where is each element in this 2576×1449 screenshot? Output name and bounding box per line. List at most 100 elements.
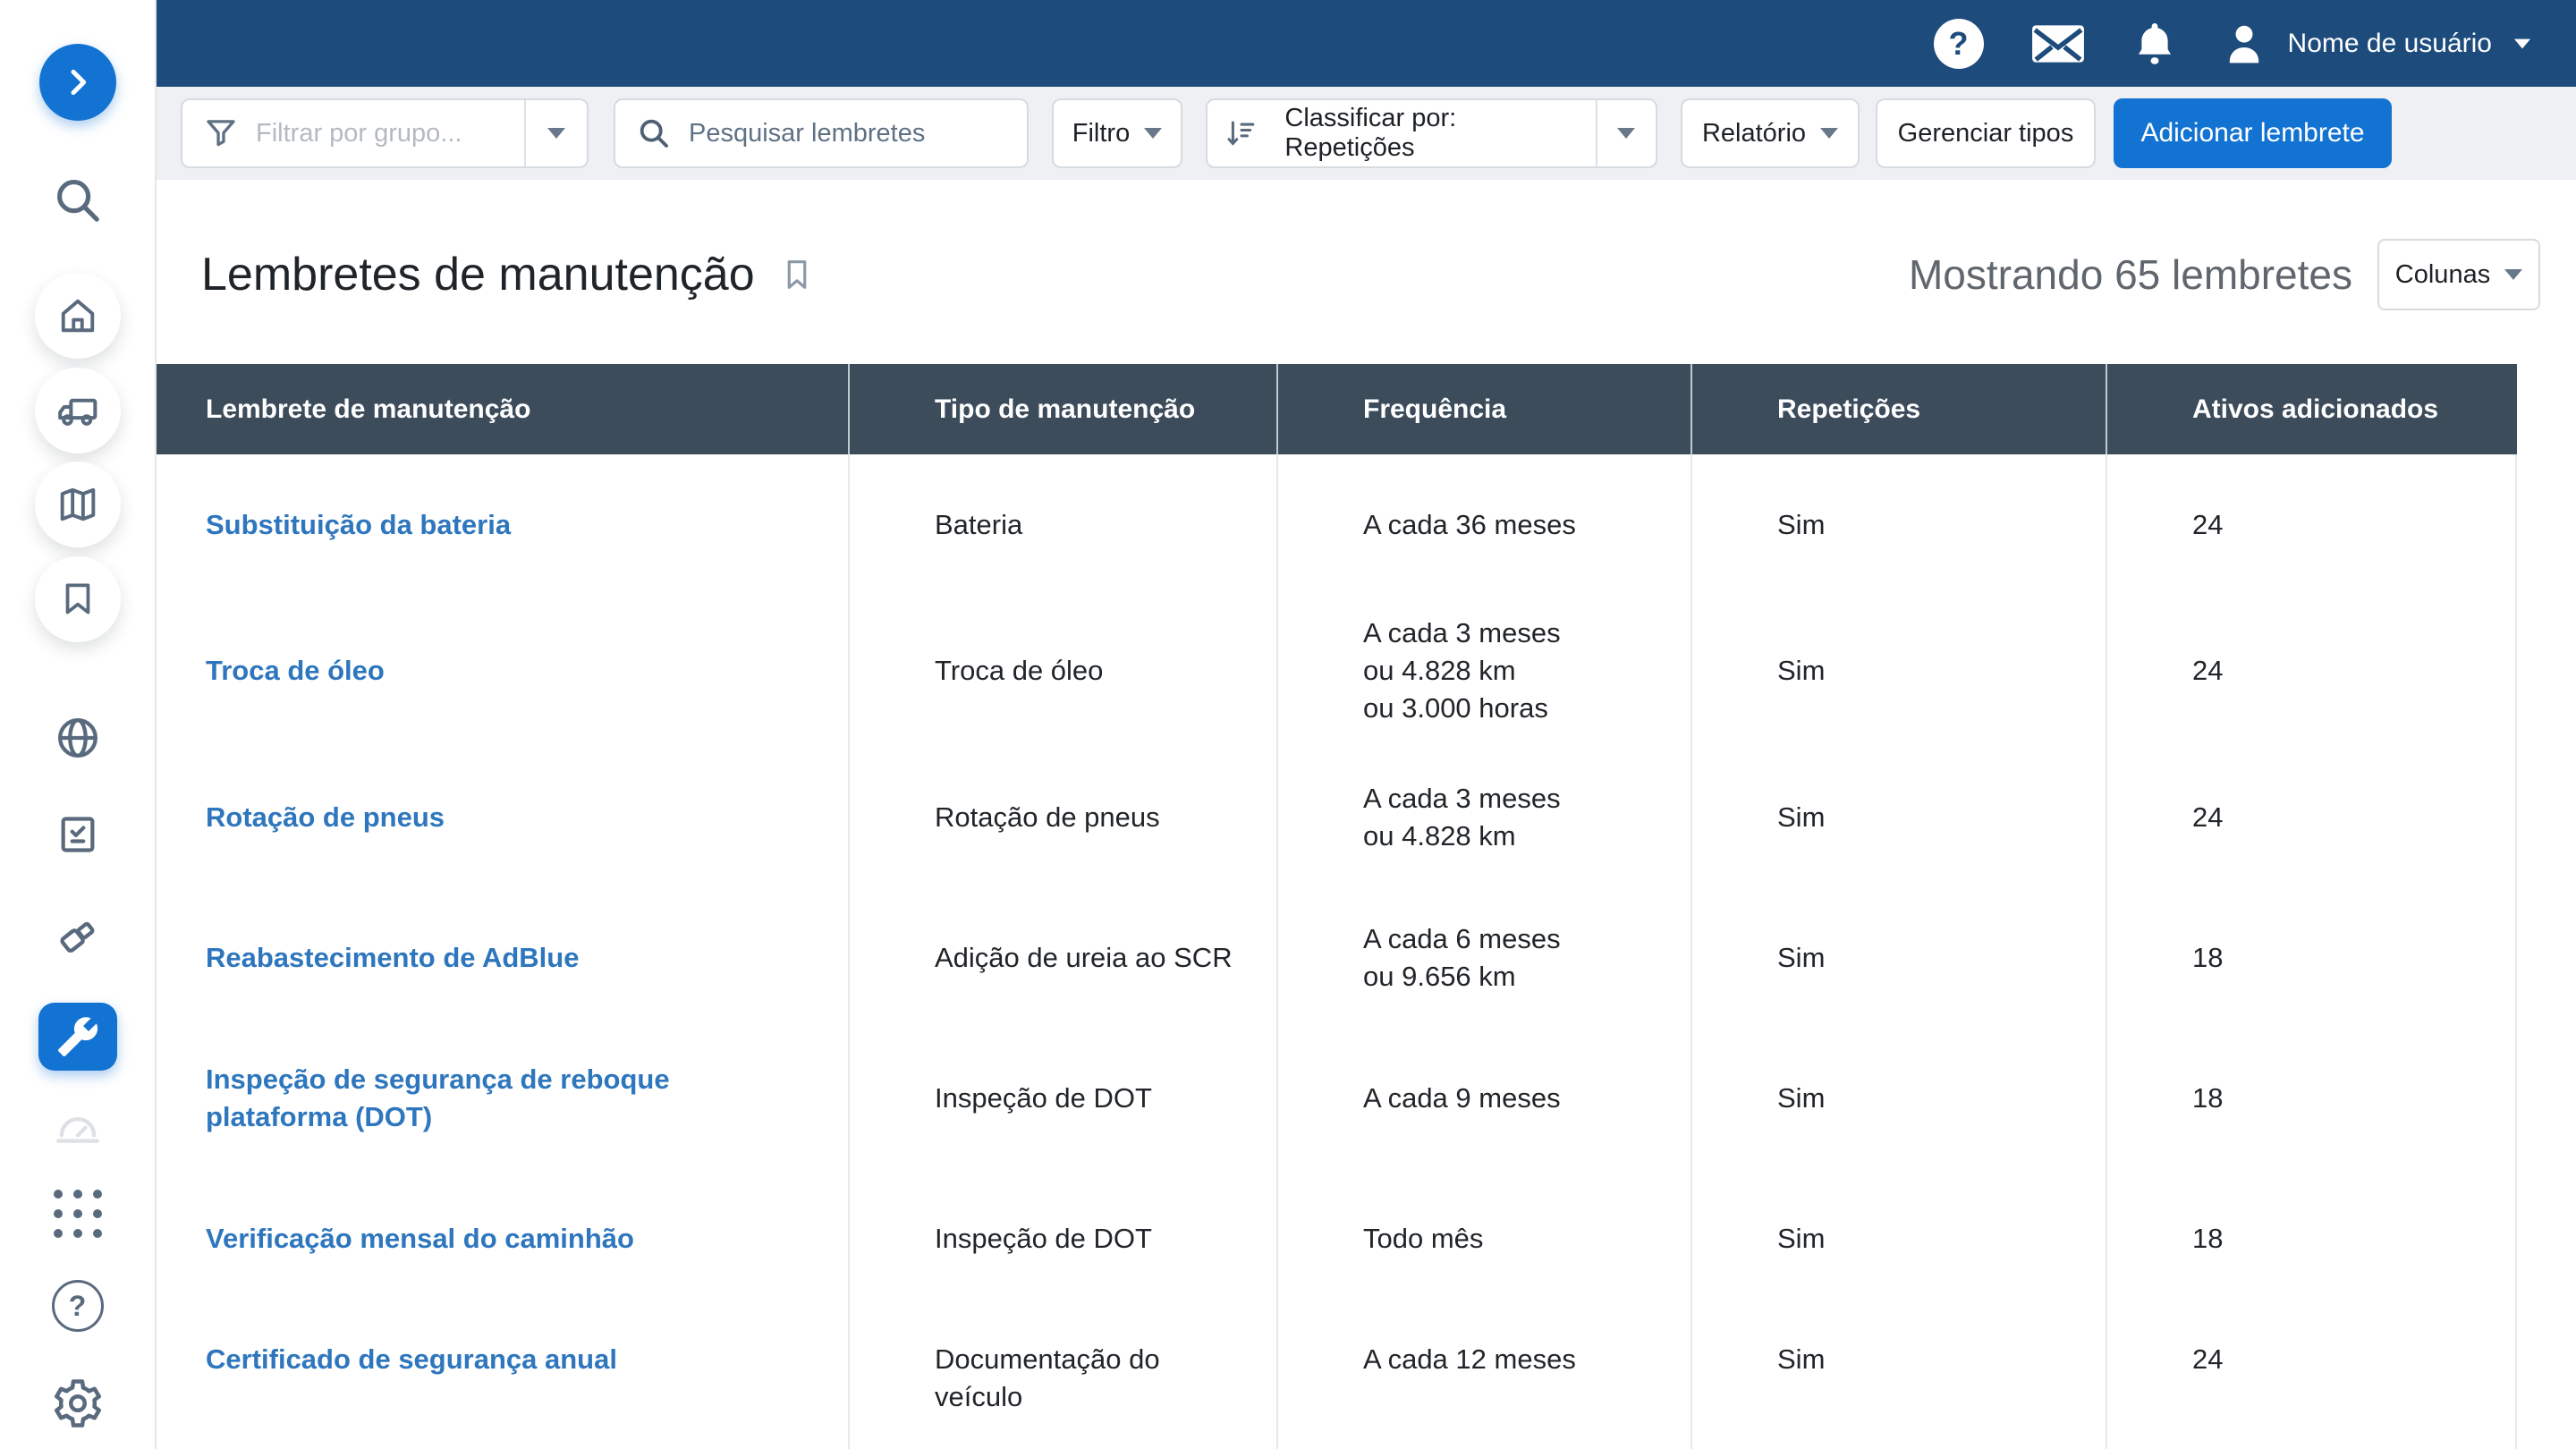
home-bubble <box>35 273 121 359</box>
sidebar-item-apps[interactable] <box>54 1190 102 1238</box>
favorite-bookmark-icon[interactable] <box>778 254 816 295</box>
topbar-mail-button[interactable] <box>2030 23 2086 64</box>
column-header-assets[interactable]: Ativos adicionados <box>2107 364 2517 454</box>
content: Lembretes de manutenção Mostrando 65 lem… <box>157 180 2576 1449</box>
reminder-link[interactable]: Substituição da bateria <box>157 454 850 595</box>
columns-button-label: Colunas <box>2395 260 2490 290</box>
assets-cell: 24 <box>2107 1309 2517 1449</box>
expand-circle <box>39 44 116 121</box>
user-menu-caret-icon[interactable] <box>2514 38 2530 48</box>
column-header-frequency[interactable]: Frequência <box>1278 364 1692 454</box>
topbar: ? Nome de usuário <box>157 0 2576 87</box>
reminder-link[interactable]: Inspeção de segurança de reboque platafo… <box>157 1028 850 1168</box>
table-row: Troca de óleo Troca de óleo A cada 3 mes… <box>157 595 2517 747</box>
bookmark-icon <box>55 577 100 622</box>
sidebar-item-home[interactable] <box>35 273 121 359</box>
type-cell: Inspeção de DOT <box>850 1168 1278 1309</box>
topbar-notifications-button[interactable] <box>2131 20 2179 68</box>
assets-cell: 18 <box>2107 1168 2517 1309</box>
inspection-card-icon <box>53 809 103 860</box>
sidebar-item-maintenance[interactable] <box>38 1003 117 1071</box>
group-filter-caret[interactable] <box>524 100 587 166</box>
columns-button[interactable]: Colunas <box>2377 239 2540 310</box>
toolbar: Filtro Classificar por: Repetições Relat… <box>157 87 2576 180</box>
sidebar-item-settings[interactable] <box>51 1377 105 1430</box>
manage-types-button[interactable]: Gerenciar tipos <box>1876 98 2096 168</box>
sidebar-item-help[interactable]: ? <box>52 1280 104 1332</box>
column-header-repeats[interactable]: Repetições <box>1692 364 2107 454</box>
bell-icon <box>2131 20 2179 68</box>
sort-icon <box>1224 115 1258 151</box>
table-body: Substituição da bateria Bateria A cada 3… <box>157 454 2517 1449</box>
search-input[interactable] <box>689 119 1007 148</box>
repeats-cell: Sim <box>1692 454 2107 595</box>
map-bubble <box>35 462 121 547</box>
type-cell: Rotação de pneus <box>850 747 1278 887</box>
add-reminder-button[interactable]: Adicionar lembrete <box>2114 98 2392 168</box>
filter-button-label: Filtro <box>1072 119 1130 148</box>
gauge-icon <box>52 1103 104 1155</box>
sidebar-item-map[interactable] <box>35 462 121 547</box>
sidebar-item-gauge[interactable] <box>52 1103 104 1155</box>
filter-button[interactable]: Filtro <box>1052 98 1182 168</box>
reminder-link[interactable]: Certificado de segurança anual <box>157 1309 850 1449</box>
sort-caret[interactable] <box>1596 100 1656 166</box>
home-icon <box>55 292 101 339</box>
chevron-down-icon <box>547 128 565 139</box>
chevron-down-icon <box>2504 269 2522 280</box>
sidebar-expand-button[interactable] <box>39 44 116 121</box>
report-button[interactable]: Relatório <box>1681 98 1860 168</box>
topbar-help-button[interactable]: ? <box>1934 19 1984 69</box>
group-filter-input[interactable] <box>256 119 504 148</box>
reminder-link[interactable]: Rotação de pneus <box>157 747 850 887</box>
assets-cell: 24 <box>2107 595 2517 747</box>
type-cell: Bateria <box>850 454 1278 595</box>
frequency-cell: A cada 9 meses <box>1278 1028 1692 1168</box>
main-area: ? Nome de usuário <box>157 0 2576 1449</box>
user-icon <box>2220 20 2268 68</box>
table-header-row: Lembrete de manutenção Tipo de manutençã… <box>157 364 2517 454</box>
truck-icon <box>54 386 102 435</box>
assets-cell: 24 <box>2107 747 2517 887</box>
search-box[interactable] <box>614 98 1029 168</box>
frequency-cell: A cada 3 meses ou 4.828 km ou 3.000 hora… <box>1278 595 1692 747</box>
topbar-user-button[interactable] <box>2220 20 2268 68</box>
search-icon <box>635 114 673 152</box>
sidebar-item-vehicles[interactable] <box>35 368 121 453</box>
add-reminder-label: Adicionar lembrete <box>2140 118 2364 148</box>
table-row: Inspeção de segurança de reboque platafo… <box>157 1028 2517 1168</box>
sidebar-item-inspections[interactable] <box>53 809 103 860</box>
reminder-link[interactable]: Troca de óleo <box>157 595 850 747</box>
sidebar-item-fuel[interactable] <box>52 911 104 962</box>
frequency-cell: Todo mês <box>1278 1168 1692 1309</box>
sort-button[interactable]: Classificar por: Repetições <box>1206 98 1657 168</box>
repeats-cell: Sim <box>1692 595 2107 747</box>
frequency-cell: A cada 6 meses ou 9.656 km <box>1278 887 1692 1028</box>
column-header-reminder[interactable]: Lembrete de manutenção <box>157 364 850 454</box>
table-row: Reabastecimento de AdBlue Adição de urei… <box>157 887 2517 1028</box>
column-header-type[interactable]: Tipo de manutenção <box>850 364 1278 454</box>
gear-icon <box>51 1377 105 1430</box>
sidebar-item-bookmarks[interactable] <box>35 556 121 642</box>
fuel-nozzle-icon <box>52 911 104 962</box>
repeats-cell: Sim <box>1692 1028 2107 1168</box>
sidebar: ? <box>0 0 157 1449</box>
reminder-link[interactable]: Reabastecimento de AdBlue <box>157 887 850 1028</box>
table-row: Rotação de pneus Rotação de pneus A cada… <box>157 747 2517 887</box>
repeats-cell: Sim <box>1692 1309 2107 1449</box>
reminders-table: Lembrete de manutenção Tipo de manutençã… <box>157 364 2517 1449</box>
group-filter-combobox[interactable] <box>181 98 589 168</box>
reminder-link[interactable]: Verificação mensal do caminhão <box>157 1168 850 1309</box>
repeats-cell: Sim <box>1692 1168 2107 1309</box>
table-row: Certificado de segurança anual Documenta… <box>157 1309 2517 1449</box>
chevron-down-icon <box>1617 128 1635 139</box>
repeats-cell: Sim <box>1692 747 2107 887</box>
sidebar-item-search[interactable] <box>50 173 106 228</box>
chevron-down-icon <box>1144 128 1162 139</box>
app-window: ? ? Nome de usuário <box>0 0 2576 1449</box>
page-title: Lembretes de manutenção <box>201 248 755 301</box>
username-label[interactable]: Nome de usuário <box>2288 29 2492 59</box>
sidebar-item-globe[interactable] <box>52 712 104 764</box>
assets-cell: 18 <box>2107 887 2517 1028</box>
help-icon: ? <box>52 1280 104 1332</box>
